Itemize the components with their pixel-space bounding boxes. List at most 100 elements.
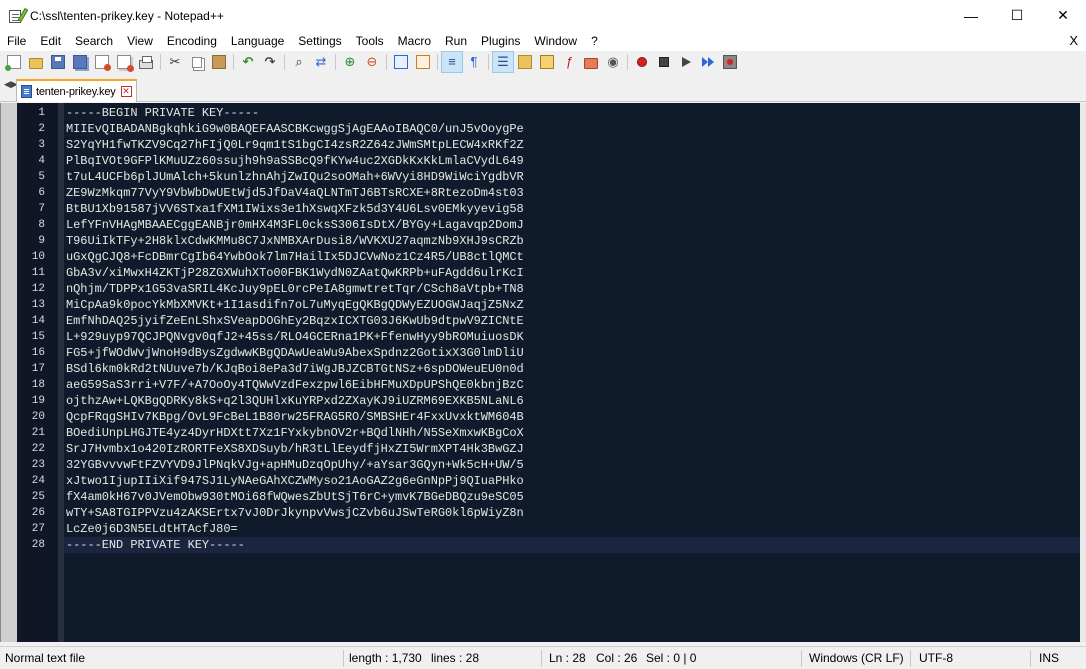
save-button[interactable]	[47, 51, 69, 73]
menu-search[interactable]: Search	[68, 31, 120, 51]
close-document-button[interactable]: X	[1069, 31, 1078, 51]
code-line[interactable]: -----BEGIN PRIVATE KEY-----	[66, 105, 259, 121]
close-all-button[interactable]	[113, 51, 135, 73]
function-list-button[interactable]	[536, 51, 558, 73]
line-number: 16	[31, 347, 45, 359]
open-file-button[interactable]	[25, 51, 47, 73]
replace-button[interactable]: ⇄	[310, 51, 332, 73]
code-line[interactable]: nQhjm/TDPPx1G53vaSRIL4KcJuy9pEL0rcPeIA8g…	[66, 281, 524, 297]
code-line[interactable]: FG5+jfWOdWvjWnoH9dBysZgdwwKBgQDAwUeaWu9A…	[66, 345, 524, 361]
code-line[interactable]: MiCpAa9k0pocYkMbXMVKt+1I1asdifn7oL7uMyqE…	[66, 297, 524, 313]
code-line[interactable]: PlBqIVOt9GFPlKMuUZz60ssujh9h9aSSBcQ9fKYw…	[66, 153, 524, 169]
menu-file[interactable]: File	[0, 31, 33, 51]
line-number: 5	[38, 171, 45, 183]
save-all-icon	[73, 55, 87, 69]
find-button[interactable]: ⌕	[288, 51, 310, 73]
code-line[interactable]: uGxQgCJQ8+FcDBmrCgIb64YwbOok7lm7HailIx5D…	[66, 249, 524, 265]
zoom-in-button[interactable]: ⊕	[339, 51, 361, 73]
code-line[interactable]: LefYFnVHAgMBAAECggEANBjr0mHX4M3FL0cksS30…	[66, 217, 524, 233]
code-line[interactable]: GbA3v/xiMwxH4ZKTjP28ZGXWuhXTo00FBK1WydN0…	[66, 265, 524, 281]
show-all-chars-button[interactable]: ¶	[463, 51, 485, 73]
code-line[interactable]: ojthzAw+LQKBgQDRKy8kS+q2l3QUHlxKuYRPxd2Z…	[66, 393, 524, 409]
minimize-button[interactable]: —	[948, 0, 994, 31]
code-line[interactable]: ZE9WzMkqm77VyY9VbWbDwUEtWjd5JfDaV4aQLNTm…	[66, 185, 524, 201]
code-line[interactable]: SrJ7Hvmbx1o420IzRORTFeXS8XDSuyb/hR3tLlEe…	[66, 441, 524, 457]
tab-close-icon[interactable]: ✕	[120, 86, 132, 97]
doc-map-button[interactable]	[514, 51, 536, 73]
line-number: 22	[31, 443, 45, 455]
menu-help[interactable]: ?	[584, 31, 605, 51]
new-file-button[interactable]	[3, 51, 25, 73]
stop-record-icon	[659, 57, 669, 67]
code-line[interactable]: S2YqYH1fwTKZV9Cq27hFIjQ0Lr9qm1tS1bgCI4zs…	[66, 137, 524, 153]
playback-button[interactable]	[675, 51, 697, 73]
save-all-button[interactable]	[69, 51, 91, 73]
editor[interactable]: 1 -----BEGIN PRIVATE KEY----- 2 MIIEvQIBADA…	[0, 103, 1086, 642]
status-encoding: UTF-8	[919, 651, 953, 665]
stop-record-button[interactable]	[653, 51, 675, 73]
toolbar: ✂ ↶ ↷ ⌕ ⇄ ⊕ ⊖ ≡ ¶ ☰ ƒ ◉	[0, 51, 1086, 73]
fold-margin[interactable]	[58, 103, 64, 642]
sync-vertical-button[interactable]	[390, 51, 412, 73]
menu-window[interactable]: Window	[527, 31, 584, 51]
undo-button[interactable]: ↶	[237, 51, 259, 73]
print-button[interactable]	[135, 51, 157, 73]
menu-edit[interactable]: Edit	[33, 31, 68, 51]
code-line[interactable]: BSdl6km0kRd2tNUuve7b/KJqBoi8ePa3d7iWgJBJ…	[66, 361, 524, 377]
eye-button[interactable]: ◉	[602, 51, 624, 73]
vertical-scrollbar[interactable]	[1080, 103, 1086, 642]
code-line[interactable]: xJtwo1IjupIIiXif947SJ1LyNAeGAhXCZWMyso21…	[66, 473, 524, 489]
code-line[interactable]: MIIEvQIBADANBgkqhkiG9w0BAQEFAASCBKcwggSj…	[66, 121, 524, 137]
cut-button[interactable]: ✂	[164, 51, 186, 73]
menu-settings[interactable]: Settings	[291, 31, 348, 51]
code-line[interactable]: QcpFRqgSHIv7KBpg/OvL9FcBeL1B80rw25FRAG5R…	[66, 409, 524, 425]
maximize-button[interactable]: ☐	[994, 0, 1040, 31]
bookmark-margin[interactable]	[1, 103, 17, 642]
line-number: 13	[31, 299, 45, 311]
word-wrap-button[interactable]: ≡	[441, 51, 463, 73]
monitoring-button[interactable]	[580, 51, 602, 73]
indent-guide-button[interactable]: ☰	[492, 51, 514, 73]
code-line[interactable]: 32YGBvvvwFtFZVYVD9JlPNqkVJg+apHMuDzqOpUh…	[66, 457, 524, 473]
status-eol: Windows (CR LF)	[809, 651, 904, 665]
menu-tools[interactable]: Tools	[349, 31, 391, 51]
close-button[interactable]	[91, 51, 113, 73]
menu-run[interactable]: Run	[438, 31, 474, 51]
menu-macro[interactable]: Macro	[391, 31, 438, 51]
sync-horizontal-button[interactable]	[412, 51, 434, 73]
code-line[interactable]: L+929uyp97QCJPQNvgv0qfJ2+45ss/RLO4GCERna…	[66, 329, 524, 345]
code-line[interactable]: BOediUnpLHGJTE4yz4DyrHDXtt7Xz1FYxkybnOV2…	[66, 425, 524, 441]
code-line[interactable]: fX4am0kH67v0JVemObw930tMOi68fWQwesZbUtSj…	[66, 489, 524, 505]
code-line[interactable]: BtBU1Xb91587jVV6STxa1fXM1IWixs3e1hXswqXF…	[66, 201, 524, 217]
paste-button[interactable]	[208, 51, 230, 73]
status-separator	[801, 650, 802, 667]
code-line[interactable]: wTY+SA8TGIPPVzu4zAKSErtx7vJ0DrJkynpvVwsj…	[66, 505, 524, 521]
run-multiple-button[interactable]	[697, 51, 719, 73]
line-number: 2	[38, 123, 45, 135]
line-number: 3	[38, 139, 45, 151]
menu-view[interactable]: View	[120, 31, 160, 51]
record-macro-button[interactable]	[631, 51, 653, 73]
paste-icon	[212, 55, 226, 69]
code-line[interactable]: -----END PRIVATE KEY-----	[66, 537, 245, 553]
close-window-button[interactable]: ✕	[1040, 0, 1086, 31]
redo-button[interactable]: ↷	[259, 51, 281, 73]
folder-workspace-button[interactable]: ƒ	[558, 51, 580, 73]
status-separator	[1030, 650, 1031, 667]
menu-language[interactable]: Language	[224, 31, 291, 51]
save-macro-icon	[723, 55, 737, 69]
menu-plugins[interactable]: Plugins	[474, 31, 527, 51]
code-line[interactable]: aeG59SaS3rri+V7F/+A7OoOy4TQWwVzdFexzpwl6…	[66, 377, 524, 393]
zoom-out-button[interactable]: ⊖	[361, 51, 383, 73]
copy-button[interactable]	[186, 51, 208, 73]
toolbar-separator	[284, 54, 285, 70]
tab-tenten-prikey[interactable]: tenten-prikey.key ✕	[16, 79, 137, 102]
line-number: 11	[31, 267, 45, 279]
menu-encoding[interactable]: Encoding	[160, 31, 224, 51]
code-line[interactable]: t7uL4UCFb6plJUmAlch+5kunlzhnAhjZwIQu2soO…	[66, 169, 524, 185]
code-line[interactable]: T96UiIkTFy+2H8klxCdwKMMu8C7JxNMBXArDusi8…	[66, 233, 524, 249]
code-line[interactable]: LcZe0j6D3N5ELdtHTAcfJ80=	[66, 521, 238, 537]
code-line[interactable]: EmfNhDAQ25jyifZeEnLShxSVeapDOGhEy2BqzxIC…	[66, 313, 524, 329]
save-macro-button[interactable]	[719, 51, 741, 73]
toolbar-separator	[233, 54, 234, 70]
